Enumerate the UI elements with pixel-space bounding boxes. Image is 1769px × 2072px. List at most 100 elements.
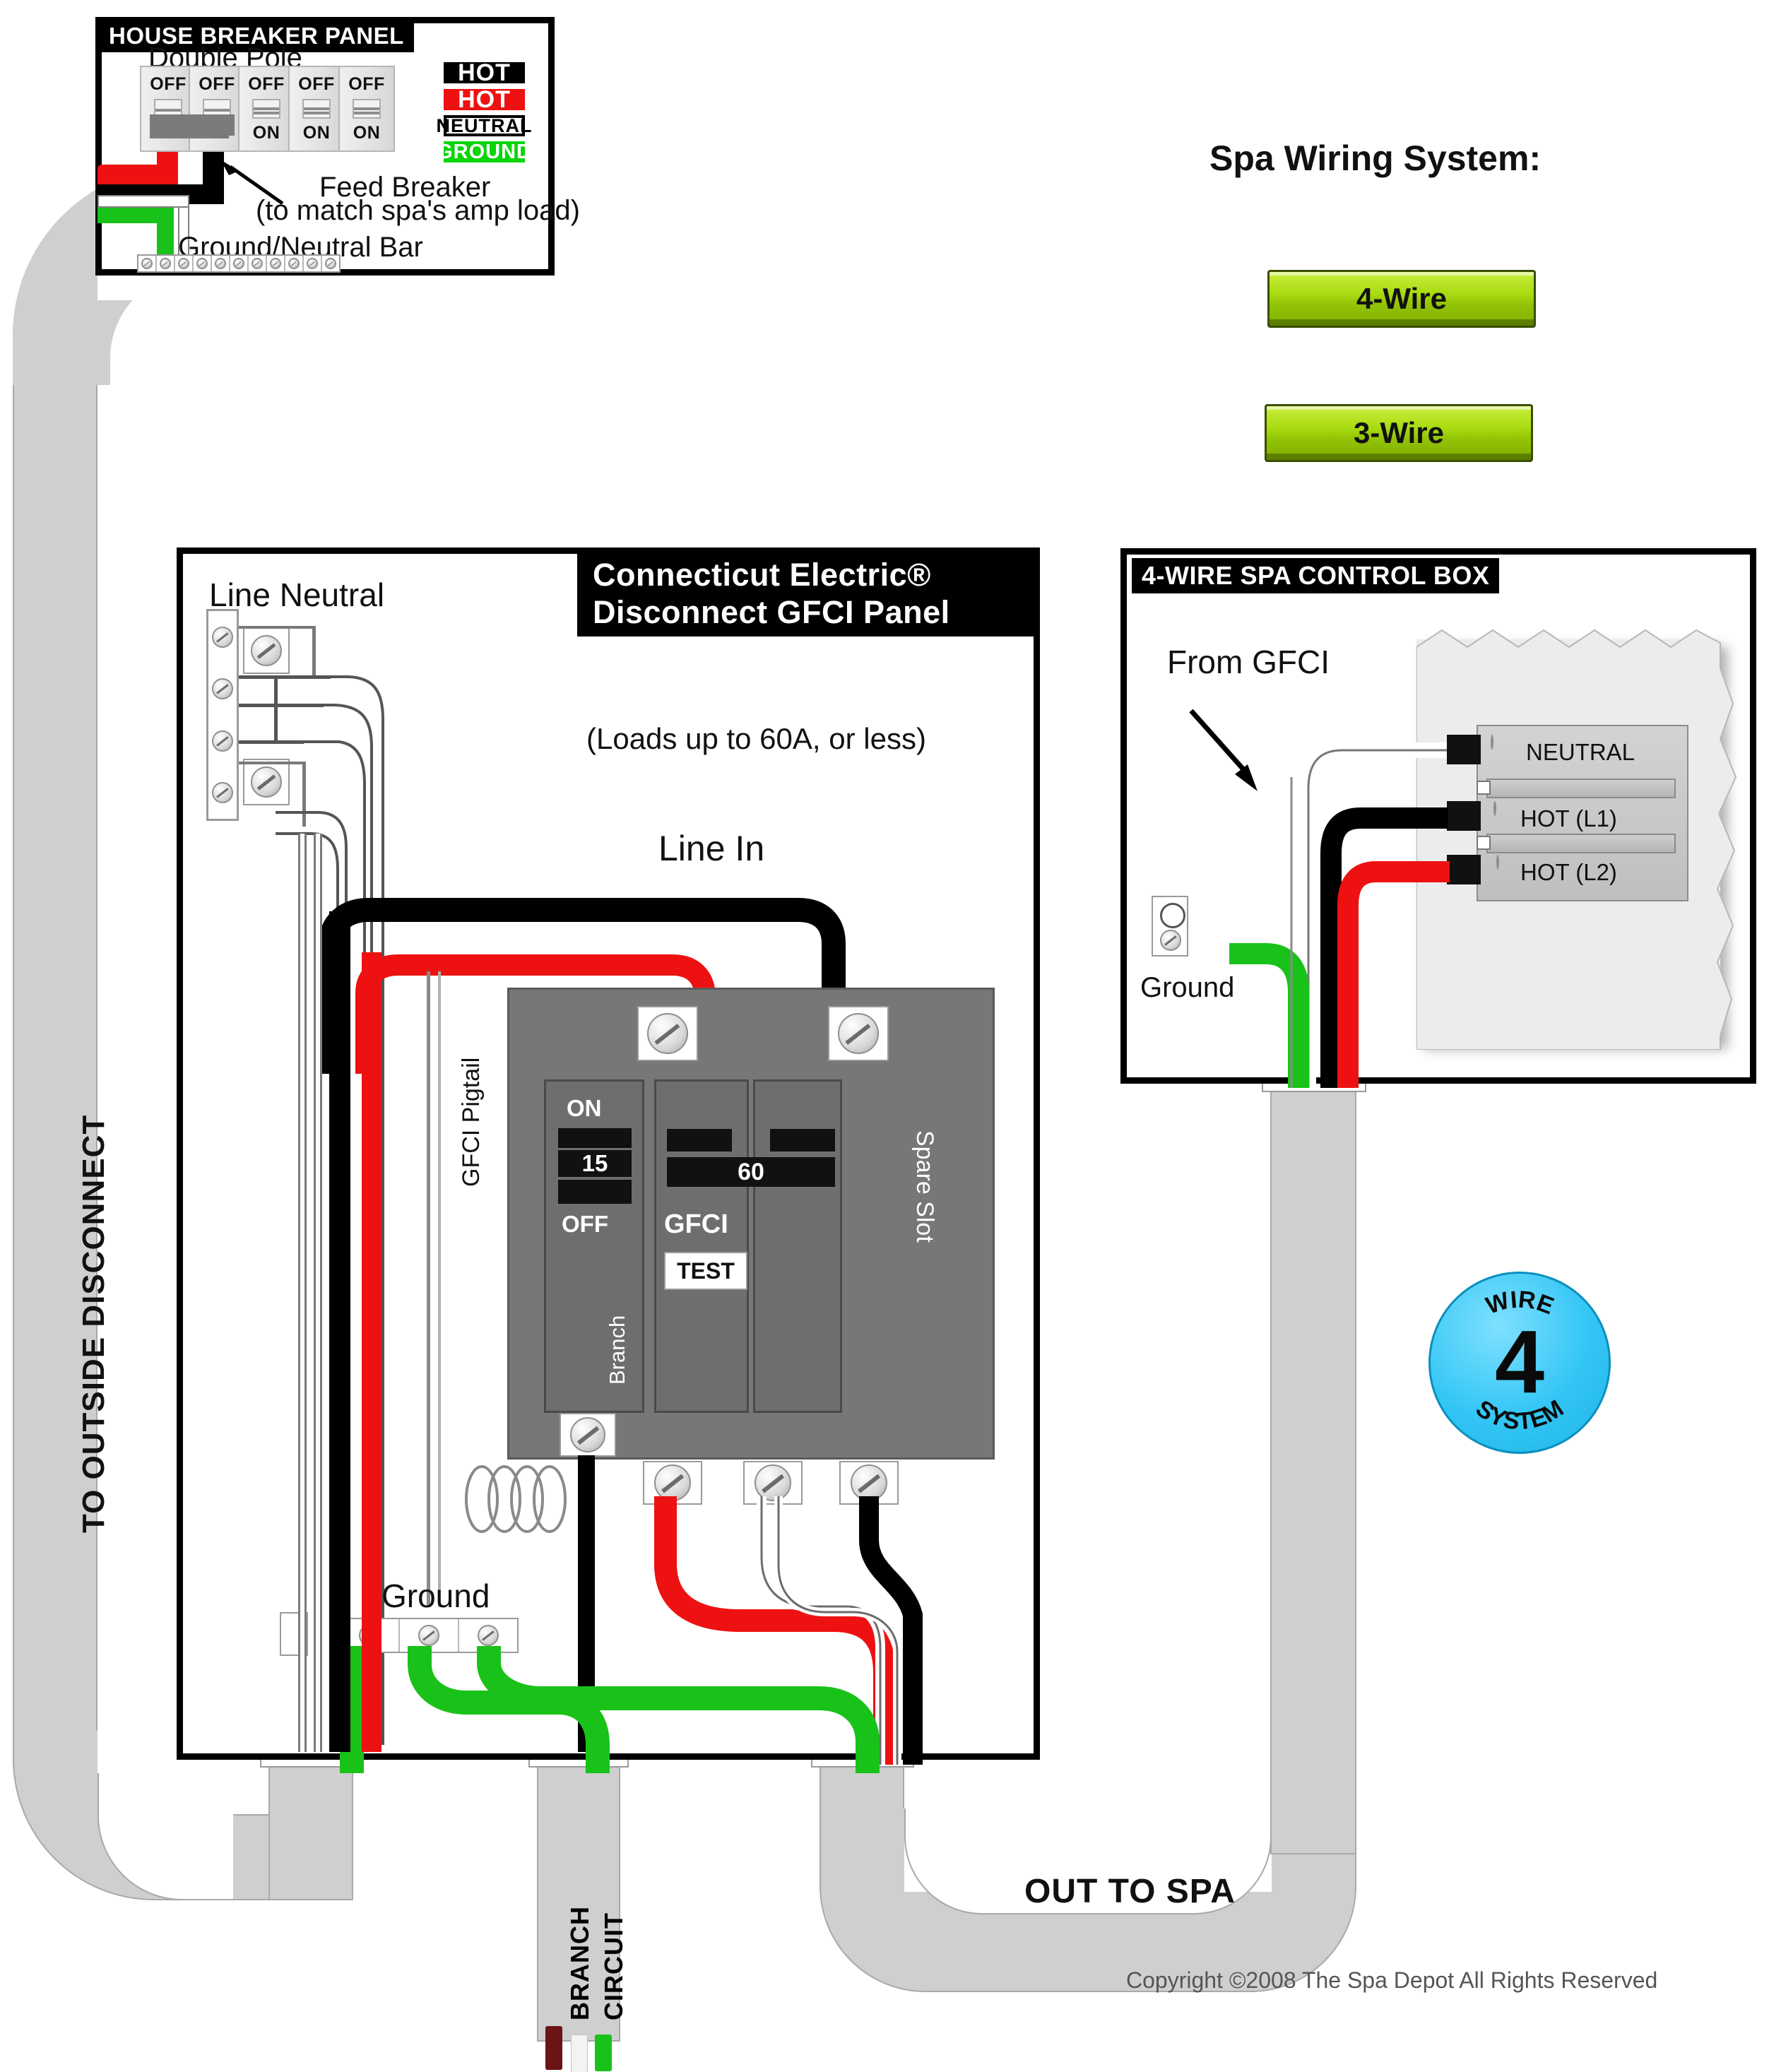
terminal-slot[interactable] [194,256,212,271]
branch-breaker-amp: 15 [558,1150,632,1177]
screw-icon [196,258,208,269]
screw-icon [160,258,171,269]
gfci-test-button[interactable]: TEST [664,1252,747,1290]
breaker-off-label: OFF [199,74,235,94]
three-wire-button[interactable]: 3-Wire [1265,404,1533,462]
breaker-slot [302,99,331,119]
terminal-slot-2 [1486,834,1676,853]
breaker-off-label: OFF [248,74,285,94]
line-in-label: Line In [658,829,765,868]
spare-slot-label: Spare Slot [911,1130,938,1243]
terminal-slot[interactable] [230,256,249,271]
legend-chip-neutral: NEUTRAL [436,114,533,136]
branch-breaker-name-label: Branch [605,1315,629,1385]
gfci-pigtail-line [427,971,430,1607]
branch-wire-white [571,2035,588,2072]
loads-note-label: (Loads up to 60A, or less) [586,722,926,755]
lug-screw-red-line[interactable] [637,1006,698,1061]
terminal-label-neutral: NEUTRAL [1526,739,1635,765]
double-pole-handle-tie-lower [150,131,229,138]
breaker-switch-3[interactable]: OFF ON [238,66,295,152]
screw-icon [307,258,318,269]
screw-icon[interactable] [212,730,233,752]
branch-wire-red [545,2026,562,2070]
four-wire-button[interactable]: 4-Wire [1267,270,1536,328]
screw-icon [270,258,281,269]
terminal-slot[interactable] [322,256,339,271]
screw-icon [325,258,336,269]
screw-icon [1160,930,1181,951]
line-neutral-label: Line Neutral [209,576,385,613]
breaker-slot [252,99,280,119]
line-neutral-rail-a [239,626,312,629]
terminal-slot[interactable] [304,256,322,271]
screw-icon [478,1625,499,1646]
breaker-switch-5[interactable]: OFF ON [338,66,395,152]
control-box-ground-lug[interactable] [1152,896,1188,957]
screw-icon [141,258,153,269]
gfci-breaker-window-left [667,1129,732,1152]
lug-screw-black-line[interactable] [828,1006,889,1061]
wiring-diagram-canvas: OUT TO SPA HOUSE BREAKER PANEL Double Po… [0,0,1769,2072]
terminal-slot[interactable] [175,256,194,271]
breaker-switch-1[interactable]: OFF ON [140,66,196,152]
branch-breaker-on-label: ON [567,1095,602,1121]
gfci-panel-tag-line2: Disconnect GFCI Panel [593,594,950,630]
breaker-switch-2[interactable]: OFF ON [189,66,245,152]
gfci-panel-tag-line1: Connecticut Electric® [593,556,931,593]
breaker-slot [353,99,381,119]
four-wire-system-badge: WIRE 4 SYSTEM [1428,1272,1611,1454]
gfci-ground-label: Ground [381,1577,490,1614]
terminal-slot-1 [1486,779,1676,798]
branch-load-screw[interactable] [560,1413,616,1457]
spa-control-box-tag: 4-WIRE SPA CONTROL BOX [1132,558,1500,593]
wire-hot-black-vertical [329,911,350,1752]
control-box-ground-label: Ground [1140,972,1235,1003]
gfci-pigtail-label: GFCI Pigtail [458,1057,485,1187]
gfci-pigtail-coil [465,1465,567,1533]
terminal-slot[interactable] [249,256,267,271]
terminal-slot[interactable] [285,256,304,271]
breaker-switch-4[interactable]: OFF ON [288,66,345,152]
breaker-off-label: OFF [298,74,335,94]
copyright-text: Copyright ©2008 The Spa Depot All Rights… [1126,1967,1658,1993]
gfci-breaker-name-label: GFCI [664,1209,728,1239]
screw-icon [251,635,282,666]
feed-breaker-label-line2: (to match spa's amp load) [256,195,580,226]
screw-icon[interactable] [212,782,233,804]
terminal-slot[interactable] [138,256,157,271]
ground-neutral-bar[interactable] [137,254,341,273]
screw-icon [252,258,263,269]
screw-icon[interactable] [212,626,233,648]
screw-icon [838,1013,879,1054]
ground-wire-bundle [340,1646,880,1773]
conduit-out-to-spa-vertical-right [1270,1084,1356,1854]
breaker-on-label: ON [302,123,331,143]
line-neutral-lug-top[interactable] [243,627,290,674]
breaker-off-label: OFF [150,74,187,94]
out-to-spa-label: OUT TO SPA [1024,1873,1236,1910]
legend-chip-hot-red: HOT [444,86,525,113]
screw-icon[interactable] [212,678,233,700]
wire-neutral-vertical-a [298,834,307,1752]
from-gfci-label: From GFCI [1167,644,1330,680]
branch-circuit-label-line2: CIRCUIT [599,1912,628,2020]
branch-breaker-window-bottom [558,1180,632,1204]
breaker-on-label: ON [353,123,381,143]
legend-chip-hot-black: HOT [444,59,525,86]
branch-breaker-off-label: OFF [562,1211,608,1237]
spa-wiring-system-title: Spa Wiring System: [1209,138,1542,178]
wire-neutral-house-elbow [97,195,189,208]
breaker-off-label: OFF [348,74,385,94]
wire-neutral-vertical-b [314,834,322,1752]
conduit-into-gfci-left [268,1759,353,1900]
branch-wire-green [595,2035,612,2071]
ground-lug-hole-icon [1160,903,1185,928]
branch-circuit-label-line1: BRANCH [565,1906,594,2020]
line-neutral-rail-g [312,626,316,677]
terminal-slot[interactable] [212,256,230,271]
terminal-slot[interactable] [267,256,285,271]
conduit-to-outside-disconnect-vertical [13,381,97,1759]
terminal-slot[interactable] [157,256,175,271]
legend-chip-ground: GROUND [437,140,532,163]
